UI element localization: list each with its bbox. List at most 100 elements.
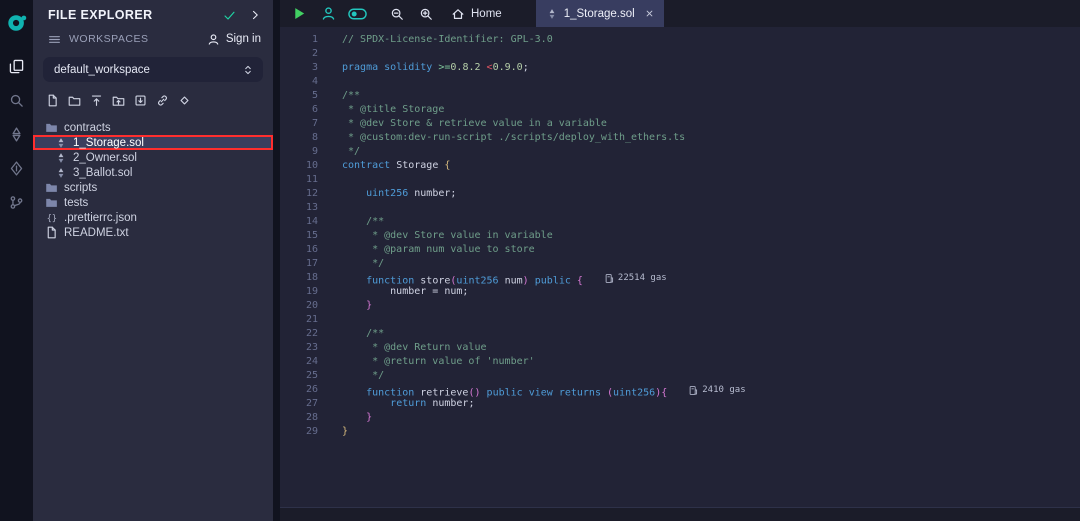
zoom-in-button[interactable] <box>417 4 435 24</box>
hamburger-icon[interactable] <box>48 33 61 46</box>
check-icon[interactable] <box>223 9 236 22</box>
activity-solidity-compiler-icon[interactable] <box>0 117 33 151</box>
new-file-icon[interactable] <box>46 94 59 107</box>
home-tab[interactable]: Home <box>451 7 502 21</box>
tree-item-1_Storage.sol[interactable]: 1_Storage.sol <box>33 135 273 150</box>
line-number: 28 <box>280 411 318 425</box>
line-number: 3 <box>280 61 318 75</box>
tab-1_Storage.sol[interactable]: 1_Storage.sol <box>536 0 664 27</box>
line-number: 4 <box>280 75 318 89</box>
user-circle-button[interactable] <box>319 4 337 24</box>
tree-item-3_Ballot.sol[interactable]: 3_Ballot.sol <box>33 165 273 180</box>
toggle-button[interactable] <box>348 4 367 24</box>
line-number: 8 <box>280 131 318 145</box>
home-label: Home <box>471 8 502 20</box>
search-icon <box>9 93 24 108</box>
code-area[interactable]: // SPDX-License-Identifier: GPL-3.0pragm… <box>334 33 1080 507</box>
activity-bar <box>0 0 33 521</box>
code-line <box>342 47 1080 61</box>
remix-logo <box>6 12 28 34</box>
gas-icon <box>605 273 614 284</box>
workspace-select[interactable]: default_workspace <box>43 57 263 82</box>
code-line: * @return value of 'number' <box>342 355 1080 369</box>
line-number: 21 <box>280 313 318 327</box>
line-number: 1 <box>280 33 318 47</box>
line-number: 20 <box>280 299 318 313</box>
code-line: // SPDX-License-Identifier: GPL-3.0 <box>342 33 1080 47</box>
zoom-out-icon <box>390 7 404 21</box>
code-line <box>342 173 1080 187</box>
panel-header: FILE EXPLORER <box>33 0 273 28</box>
close-icon[interactable] <box>644 8 655 19</box>
remix-ide-window: FILE EXPLORER WORKSPACES Sign in default… <box>0 0 1080 521</box>
line-number: 11 <box>280 173 318 187</box>
toggle-icon <box>348 7 367 21</box>
line-number: 13 <box>280 201 318 215</box>
code-line: * @dev Return value <box>342 341 1080 355</box>
svg-text:{}: {} <box>47 214 57 224</box>
play-button[interactable] <box>290 4 308 24</box>
upload-folder-icon[interactable] <box>112 94 125 107</box>
activity-file-explorer-icon[interactable] <box>0 49 33 83</box>
code-line: } <box>342 411 1080 425</box>
tree-item-scripts[interactable]: scripts <box>33 180 273 195</box>
panel-title: FILE EXPLORER <box>48 8 153 22</box>
line-number: 23 <box>280 341 318 355</box>
git-icon <box>9 195 24 210</box>
import-icon[interactable] <box>134 94 147 107</box>
code-line: uint256 number; <box>342 187 1080 201</box>
sign-in-label: Sign in <box>226 33 261 45</box>
line-number: 19 <box>280 285 318 299</box>
editor-toolbar <box>290 4 435 24</box>
code-line: * @title Storage <box>342 103 1080 117</box>
code-line: * @custom:dev-run-script ./scripts/deplo… <box>342 131 1080 145</box>
tree-item-label: README.txt <box>64 227 129 239</box>
user-circle-icon <box>321 6 336 21</box>
tree-item-README.txt[interactable]: README.txt <box>33 225 273 240</box>
line-number: 26 <box>280 383 318 397</box>
code-editor[interactable]: 1234567891011121314151617181920212223242… <box>280 27 1080 507</box>
chevron-right-icon[interactable] <box>249 9 261 21</box>
tree-item-label: 3_Ballot.sol <box>73 167 132 179</box>
code-line: number = num; <box>342 285 1080 299</box>
link-icon[interactable] <box>156 94 169 107</box>
tab-label: 1_Storage.sol <box>564 8 635 20</box>
workspaces-label: WORKSPACES <box>69 33 148 45</box>
workspace-select-value: default_workspace <box>54 64 150 76</box>
code-line: } <box>342 299 1080 313</box>
line-number: 24 <box>280 355 318 369</box>
file-explorer-icon <box>9 59 24 74</box>
zoom-out-button[interactable] <box>388 4 406 24</box>
tree-item-tests[interactable]: tests <box>33 195 273 210</box>
tree-item-2_Owner.sol[interactable]: 2_Owner.sol <box>33 150 273 165</box>
upload-file-icon[interactable] <box>90 94 103 107</box>
activity-search-icon[interactable] <box>0 83 33 117</box>
new-folder-icon[interactable] <box>68 94 81 107</box>
activity-deploy-run-icon[interactable] <box>0 151 33 185</box>
file-explorer-panel: FILE EXPLORER WORKSPACES Sign in default… <box>33 0 273 521</box>
panel-resize-handle[interactable] <box>273 0 280 521</box>
tree-item-contracts[interactable]: contracts <box>33 120 273 135</box>
code-line: /** <box>342 215 1080 229</box>
activity-git-icon[interactable] <box>0 185 33 219</box>
folder-icon <box>45 121 58 134</box>
sign-in-button[interactable]: Sign in <box>207 33 261 46</box>
play-icon <box>292 6 307 21</box>
tree-item-label: .prettierrc.json <box>64 212 137 224</box>
activity-remix-logo[interactable] <box>0 5 33 41</box>
tree-item-label: scripts <box>64 182 97 194</box>
git-clone-icon[interactable] <box>178 94 191 107</box>
terminal-top-edge[interactable] <box>280 507 1080 521</box>
line-number: 10 <box>280 159 318 173</box>
gas-icon <box>689 385 698 396</box>
tree-item-.prettierrc.json[interactable]: {} .prettierrc.json <box>33 210 273 225</box>
code-line: return number; <box>342 397 1080 411</box>
solidity-file-icon <box>55 167 67 179</box>
tree-item-label: tests <box>64 197 88 209</box>
editor-topbar: Home 1_Storage.sol <box>280 0 1080 27</box>
line-number: 2 <box>280 47 318 61</box>
code-line: function store(uint256 num) public {2251… <box>342 271 1080 285</box>
file-icon <box>45 226 58 239</box>
line-number: 6 <box>280 103 318 117</box>
line-number: 16 <box>280 243 318 257</box>
